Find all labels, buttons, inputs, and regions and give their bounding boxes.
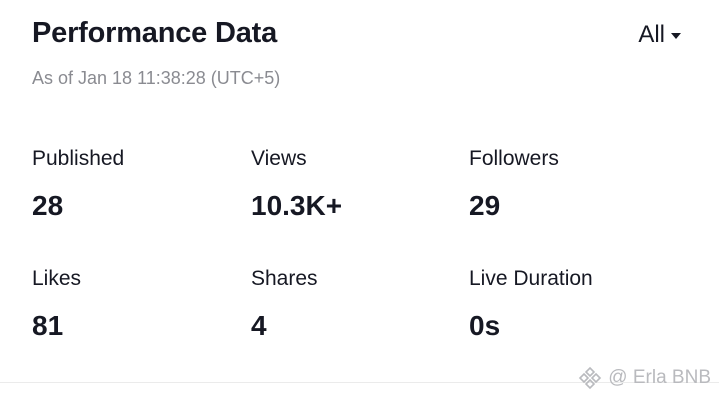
metric-value: 0s (469, 310, 501, 341)
metric-likes: Likes 81 (32, 265, 232, 343)
metric-shares: Shares 4 (251, 265, 451, 343)
metric-label: Followers (469, 147, 559, 170)
watermark: @ Erla BNB (578, 365, 711, 391)
metric-value: 28 (32, 190, 64, 221)
watermark-text: @ Erla BNB (608, 367, 711, 388)
metric-label: Live Duration (469, 267, 593, 290)
metric-label: Likes (32, 267, 82, 290)
metric-published: Published 28 (32, 145, 232, 223)
page-title: Performance Data (32, 17, 278, 49)
metric-label: Shares (251, 267, 318, 290)
filter-dropdown[interactable]: All (638, 18, 681, 52)
metric-value: 81 (32, 310, 64, 341)
timestamp-subtitle: As of Jan 18 11:38:28 (UTC+5) (32, 68, 281, 88)
metric-followers: Followers 29 (469, 145, 669, 223)
binance-logo-icon (579, 366, 602, 390)
metric-value: 4 (251, 310, 267, 341)
metric-views: Views 10.3K+ (251, 145, 451, 223)
metric-label: Views (251, 147, 307, 170)
metric-label: Published (32, 147, 125, 170)
filter-label: All (638, 21, 665, 48)
metric-value: 10.3K+ (251, 190, 343, 221)
metric-live-duration: Live Duration 0s (469, 265, 669, 343)
caret-down-icon (671, 33, 681, 39)
metric-value: 29 (469, 190, 501, 221)
